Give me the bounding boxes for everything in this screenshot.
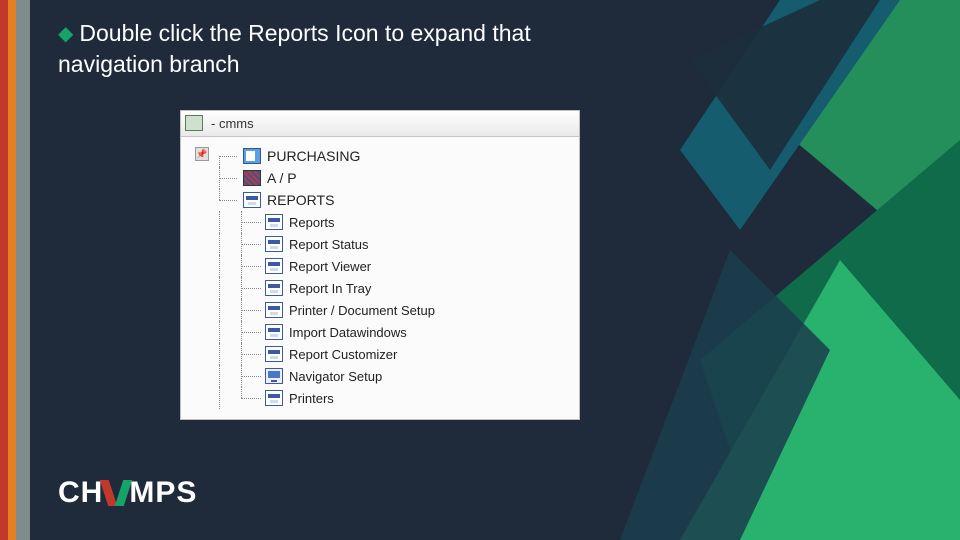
printer-icon: [265, 346, 283, 362]
champs-logo: CH MPS: [58, 476, 197, 510]
slide-heading: ◆Double click the Reports Icon to expand…: [58, 18, 590, 80]
tree-node-printer-document-setup[interactable]: Printer / Document Setup: [213, 299, 573, 321]
tree-node-purchasing[interactable]: PURCHASING: [213, 145, 573, 167]
tree-node-label: Printers: [289, 391, 334, 406]
cmms-window: - cmms 📌 PURCHASING A / P REPORTS Reports Re…: [180, 110, 580, 420]
tree-node-label: Reports: [289, 215, 335, 230]
tree-node-label: Printer / Document Setup: [289, 303, 435, 318]
tree-node-a-p[interactable]: A / P: [213, 167, 573, 189]
accent-bar-orange: [8, 0, 16, 540]
sheet-icon: [243, 148, 261, 164]
stripes-icon: [243, 170, 261, 186]
printer-icon: [265, 302, 283, 318]
printer-icon: [265, 214, 283, 230]
background-shapes: [620, 0, 960, 540]
navigator-tree: 📌 PURCHASING A / P REPORTS Reports Report St…: [181, 137, 579, 419]
accent-bar-grey: [16, 0, 30, 540]
window-title: - cmms: [211, 116, 254, 131]
tree-node-import-datawindows[interactable]: Import Datawindows: [213, 321, 573, 343]
tree-node-label: Report Customizer: [289, 347, 397, 362]
tree-node-report-status[interactable]: Report Status: [213, 233, 573, 255]
monitor-icon: [265, 368, 283, 384]
logo-a-icon: [104, 480, 128, 506]
bullet-icon: ◆: [58, 21, 73, 48]
logo-part2: MPS: [129, 476, 197, 509]
tree-node-reports[interactable]: REPORTS: [213, 189, 573, 211]
logo-part1: CH: [58, 476, 103, 509]
tree-node-label: Navigator Setup: [289, 369, 382, 384]
window-titlebar[interactable]: - cmms: [181, 111, 579, 137]
printer-icon: [265, 390, 283, 406]
printer-icon: [265, 324, 283, 340]
tree-node-report-customizer[interactable]: Report Customizer: [213, 343, 573, 365]
tree-node-printers[interactable]: Printers: [213, 387, 573, 409]
printer-icon: [265, 258, 283, 274]
tree-node-navigator-setup[interactable]: Navigator Setup: [213, 365, 573, 387]
accent-bar-red: [0, 0, 8, 540]
window-app-icon: [187, 117, 203, 131]
pin-icon[interactable]: 📌: [195, 147, 209, 161]
heading-text: Double click the Reports Icon to expand …: [58, 20, 531, 77]
tree-node-label: Report Viewer: [289, 259, 371, 274]
tree-node-label: Import Datawindows: [289, 325, 407, 340]
printer-icon: [243, 192, 261, 208]
tree-node-label: Report In Tray: [289, 281, 371, 296]
tree-node-label: Report Status: [289, 237, 369, 252]
printer-icon: [265, 280, 283, 296]
tree-node-report-in-tray[interactable]: Report In Tray: [213, 277, 573, 299]
tree-node-label: A / P: [267, 170, 297, 186]
tree-node-label: REPORTS: [267, 192, 334, 208]
tree-node-label: PURCHASING: [267, 148, 360, 164]
printer-icon: [265, 236, 283, 252]
tree-node-reports[interactable]: Reports: [213, 211, 573, 233]
tree-node-report-viewer[interactable]: Report Viewer: [213, 255, 573, 277]
